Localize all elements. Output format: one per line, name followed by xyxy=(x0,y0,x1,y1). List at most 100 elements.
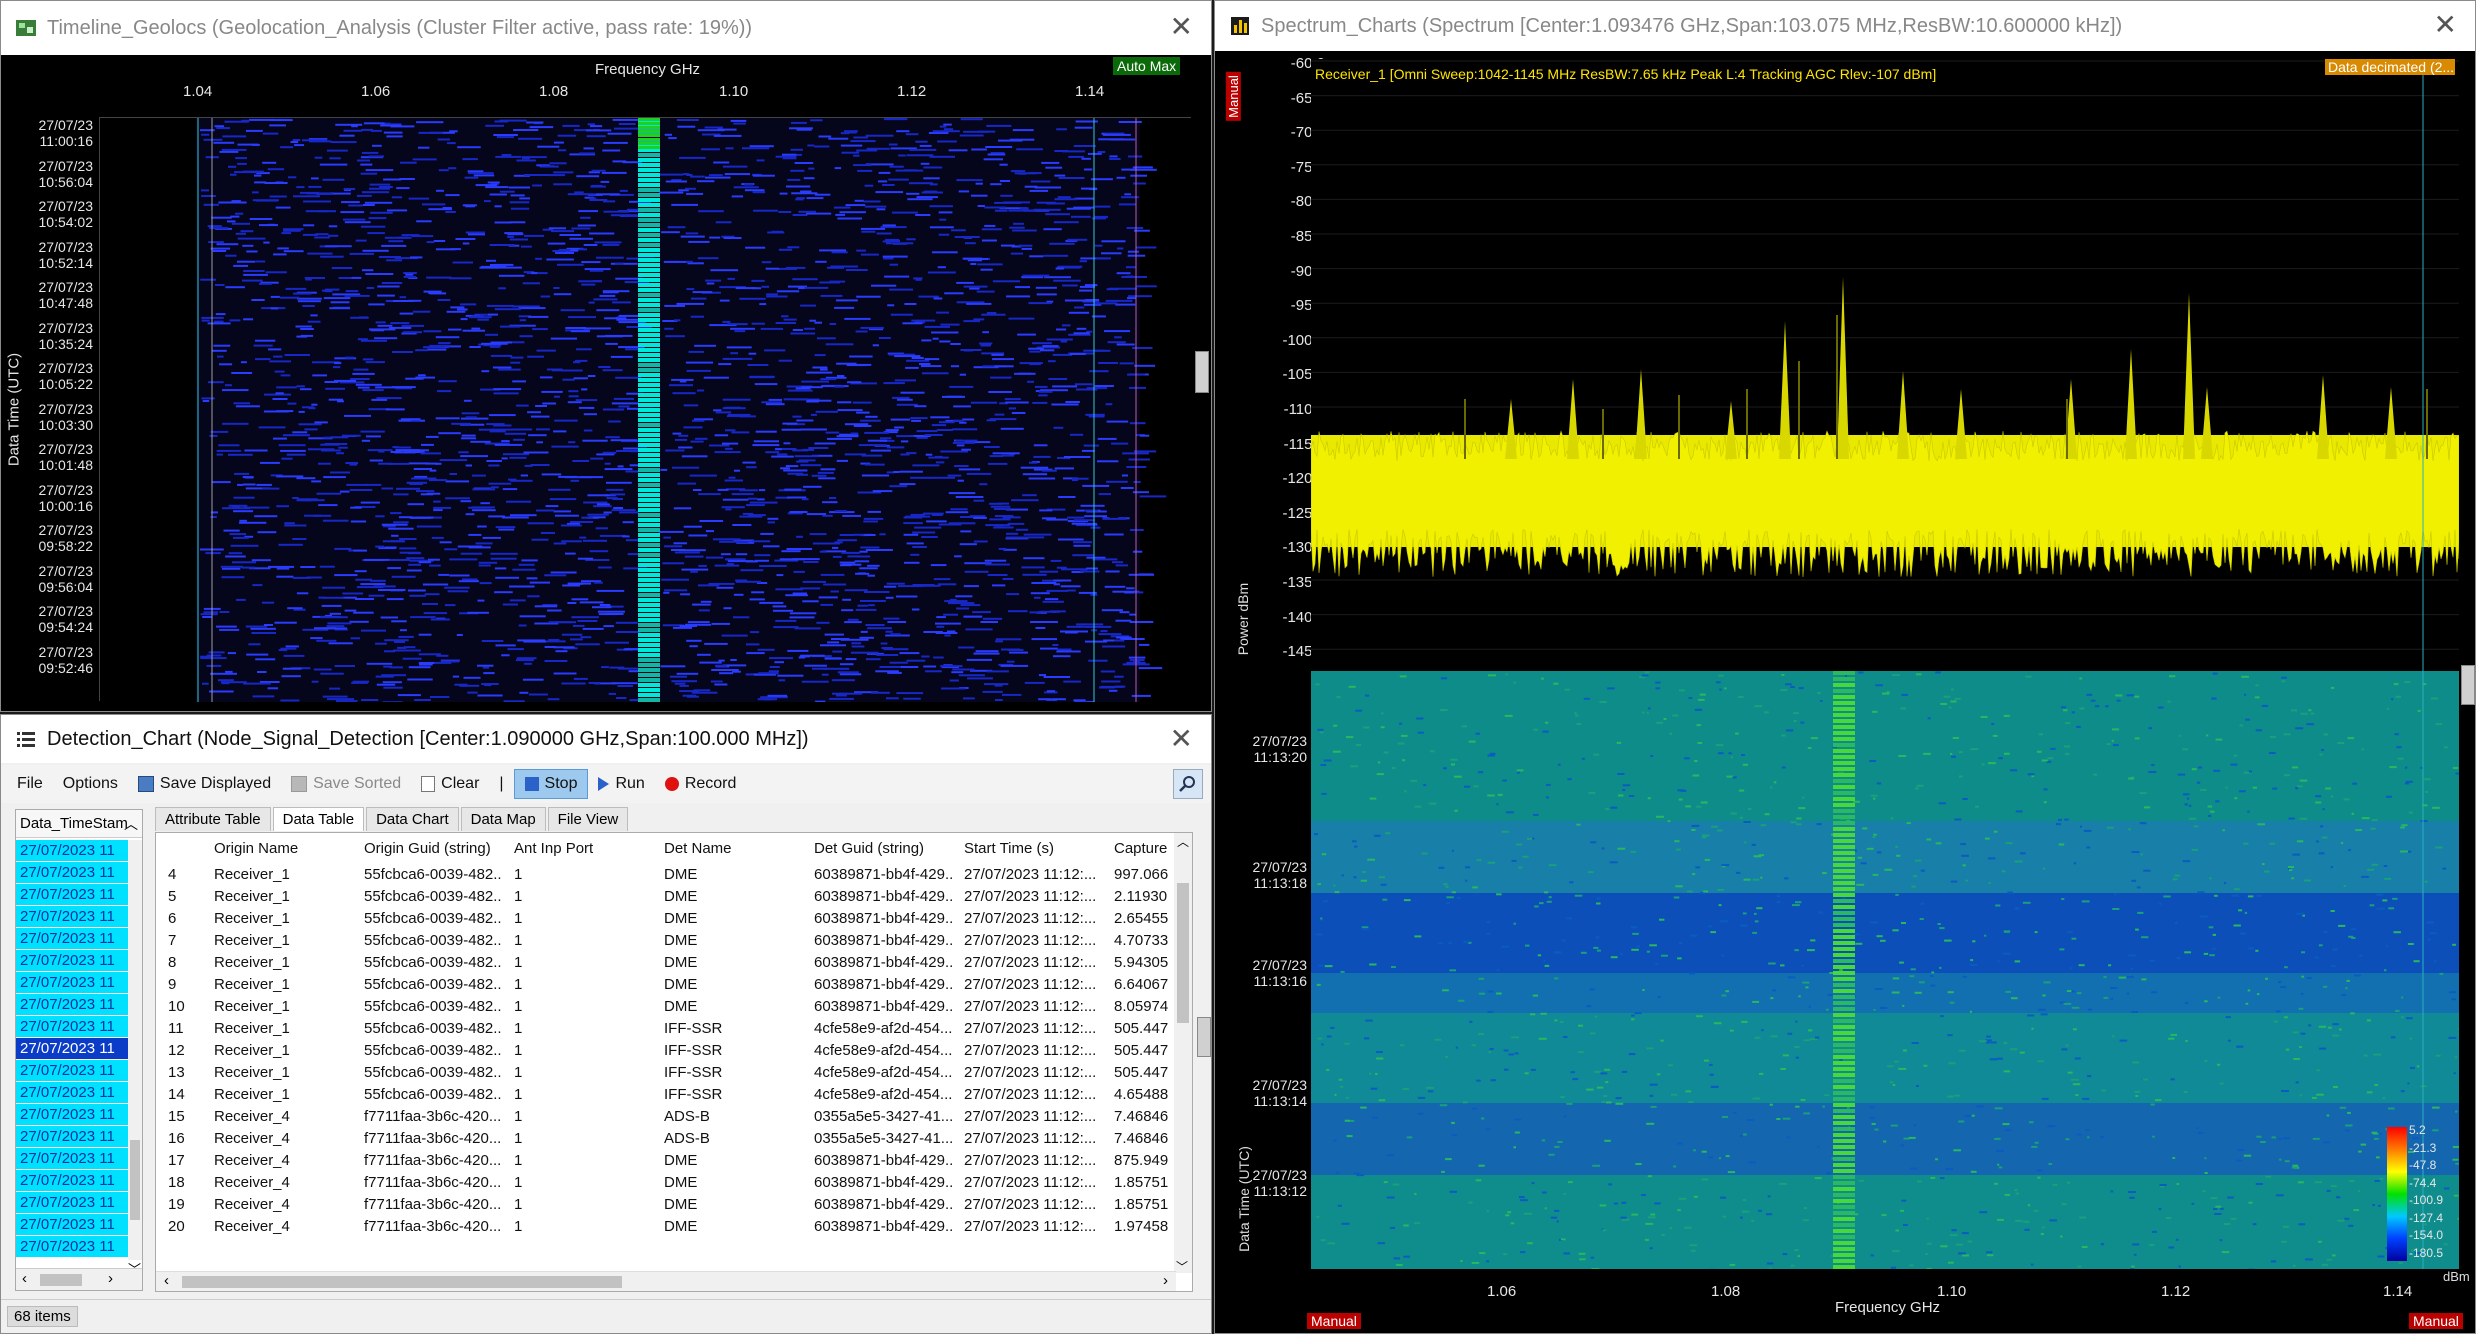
tab-attribute-table[interactable]: Attribute Table xyxy=(155,807,271,831)
table-vscroll[interactable]: ︿ ﹀ xyxy=(1174,833,1192,1275)
timestamp-list-item[interactable]: 27/07/2023 11 xyxy=(16,862,128,884)
detection-mark xyxy=(887,304,895,307)
timestamp-list-item[interactable]: 27/07/2023 11 xyxy=(16,1038,128,1060)
timeline-plot[interactable] xyxy=(99,117,1192,702)
table-hscroll[interactable]: ‹ › xyxy=(156,1271,1176,1291)
spectrum-plot[interactable]: Receiver_1 [Omni Sweep:1042-1145 MHz Res… xyxy=(1311,59,2459,671)
timestamp-list-header[interactable]: Data_TimeStam ︿ xyxy=(16,810,142,838)
file-menu[interactable]: File xyxy=(1,769,53,799)
timestamp-list-item[interactable]: 27/07/2023 11 xyxy=(16,1016,128,1038)
chevron-right-icon[interactable]: › xyxy=(1163,1272,1168,1289)
table-row[interactable]: 15 Receiver_4 f7711faa-3b6c-420... 1 ADS-B 03… xyxy=(156,1105,1176,1127)
table-row[interactable]: 17 Receiver_4 f7711faa-3b6c-420... 1 DME 6038… xyxy=(156,1149,1176,1171)
table-hscroll-thumb[interactable] xyxy=(182,1276,622,1288)
detection-mark xyxy=(1109,158,1121,160)
list-hscroll-thumb[interactable] xyxy=(40,1274,82,1286)
stop-button[interactable]: Stop xyxy=(513,769,589,799)
tab-data-table[interactable]: Data Table xyxy=(272,807,365,831)
table-row[interactable]: 9 Receiver_1 55fcbca6-0039-482... 1 DME 60389… xyxy=(156,973,1176,995)
scroll-handle[interactable] xyxy=(1195,351,1209,393)
run-button[interactable]: Run xyxy=(588,769,654,799)
table-row[interactable]: 6 Receiver_1 55fcbca6-0039-482... 1 DME 60389… xyxy=(156,907,1176,929)
timestamp-list[interactable]: Data_TimeStam ︿ 27/07/2023 11 27/07/2023 … xyxy=(15,809,143,1291)
timestamp-list-item[interactable]: 27/07/2023 11 xyxy=(16,884,128,906)
save-sorted-button[interactable]: Save Sorted xyxy=(281,769,411,799)
chevron-up-icon[interactable]: ︿ xyxy=(124,810,138,838)
table-row[interactable]: 11 Receiver_1 55fcbca6-0039-482... 1 IFF-SSR… xyxy=(156,1017,1176,1039)
table-row[interactable]: 8 Receiver_1 55fcbca6-0039-482... 1 DME 60389… xyxy=(156,951,1176,973)
table-row[interactable]: 10 Receiver_1 55fcbca6-0039-482... 1 DME 6038… xyxy=(156,995,1176,1017)
timestamp-list-item[interactable]: 27/07/2023 11 xyxy=(16,840,128,862)
timestamp-list-item[interactable]: 27/07/2023 11 xyxy=(16,1082,128,1104)
manual-right-badge[interactable]: Manual xyxy=(2409,1313,2463,1329)
chevron-left-icon[interactable]: ‹ xyxy=(22,1270,27,1287)
tab-file-view[interactable]: File View xyxy=(547,807,629,831)
detection-mark xyxy=(1109,155,1118,158)
timestamp-list-item[interactable]: 27/07/2023 11 xyxy=(16,1060,128,1082)
spectrum-waterfall[interactable] xyxy=(1311,671,2459,1269)
detection-titlebar[interactable]: Detection_Chart (Node_Signal_Detection [… xyxy=(1,715,1211,763)
close-icon[interactable]: ✕ xyxy=(1170,725,1193,753)
detection-mark xyxy=(982,690,1003,693)
column-header[interactable]: Det Name xyxy=(652,833,802,863)
timestamp-list-item[interactable]: 27/07/2023 11 xyxy=(16,1192,128,1214)
detection-mark xyxy=(589,269,604,272)
close-icon[interactable]: ✕ xyxy=(1170,13,1193,41)
list-vscroll-thumb[interactable] xyxy=(130,1140,140,1220)
column-header[interactable]: Ant Inp Port xyxy=(502,833,652,863)
tab-data-chart[interactable]: Data Chart xyxy=(366,807,459,831)
waterfall-pixel xyxy=(1548,896,1552,899)
tab-data-map[interactable]: Data Map xyxy=(460,807,546,831)
column-header[interactable]: Capture xyxy=(1102,833,1176,863)
options-menu[interactable]: Options xyxy=(53,769,128,799)
chevron-down-icon[interactable]: ﹀ xyxy=(1176,1258,1188,1275)
column-header[interactable]: Start Time (s) xyxy=(952,833,1102,863)
chevron-up-icon[interactable]: ︿ xyxy=(1174,833,1192,850)
column-header[interactable]: Origin Name xyxy=(202,833,352,863)
timestamp-list-item[interactable]: 27/07/2023 11 xyxy=(16,1236,128,1258)
record-button[interactable]: Record xyxy=(655,769,747,799)
chevron-right-icon[interactable]: › xyxy=(108,1270,113,1287)
timestamp-list-item[interactable]: 27/07/2023 11 xyxy=(16,950,128,972)
detection-mark xyxy=(1078,289,1093,292)
chevron-left-icon[interactable]: ‹ xyxy=(164,1272,169,1289)
table-row[interactable]: 12 Receiver_1 55fcbca6-0039-482... 1 IFF-SSR… xyxy=(156,1039,1176,1061)
timestamp-list-item[interactable]: 27/07/2023 11 xyxy=(16,1170,128,1192)
timestamp-list-item[interactable]: 27/07/2023 11 xyxy=(16,1104,128,1126)
table-vscroll-thumb[interactable] xyxy=(1177,883,1189,1023)
spectrum-titlebar[interactable]: Spectrum_Charts (Spectrum [Center:1.0934… xyxy=(1215,1,2475,51)
timestamp-list-item[interactable]: 27/07/2023 11 xyxy=(16,1214,128,1236)
table-row[interactable]: 13 Receiver_1 55fcbca6-0039-482... 1 IFF-SSR… xyxy=(156,1061,1176,1083)
detection-mark xyxy=(490,557,517,560)
close-icon[interactable]: ✕ xyxy=(2434,11,2457,39)
table-row[interactable]: 16 Receiver_4 f7711faa-3b6c-420... 1 ADS-B 03… xyxy=(156,1127,1176,1149)
auto-max-badge[interactable]: Auto Max xyxy=(1113,57,1181,75)
timestamp-list-item[interactable]: 27/07/2023 11 xyxy=(16,972,128,994)
timeline-titlebar[interactable]: Timeline_Geolocs (Geolocation_Analysis (… xyxy=(1,1,1211,55)
table-row[interactable]: 20 Receiver_4 f7711faa-3b6c-420... 1 DME 6038… xyxy=(156,1215,1176,1237)
splitter-handle[interactable] xyxy=(2461,665,2475,705)
column-header[interactable]: Det Guid (string) xyxy=(802,833,952,863)
timestamp-list-item[interactable]: 27/07/2023 11 xyxy=(16,1126,128,1148)
timestamp-list-item[interactable]: 27/07/2023 11 xyxy=(16,906,128,928)
waterfall-pixel xyxy=(2220,1207,2224,1210)
timestamp-list-item[interactable]: 27/07/2023 11 xyxy=(16,928,128,950)
detection-mark xyxy=(406,569,422,572)
table-row[interactable]: 4 Receiver_1 55fcbca6-0039-482... 1 DME 60389… xyxy=(156,863,1176,885)
table-row[interactable]: 14 Receiver_1 55fcbca6-0039-482... 1 IFF-SSR… xyxy=(156,1083,1176,1105)
list-hscroll[interactable]: ‹ › xyxy=(16,1268,142,1290)
table-row[interactable]: 18 Receiver_4 f7711faa-3b6c-420... 1 DME 6038… xyxy=(156,1171,1176,1193)
splitter-handle[interactable] xyxy=(1197,1017,1211,1057)
clear-button[interactable]: Clear xyxy=(411,769,489,799)
table-row[interactable]: 7 Receiver_1 55fcbca6-0039-482... 1 DME 60389… xyxy=(156,929,1176,951)
detection-mark xyxy=(978,130,996,133)
search-icon[interactable] xyxy=(1173,769,1203,799)
column-header[interactable]: Origin Guid (string) xyxy=(352,833,502,863)
save-displayed-button[interactable]: Save Displayed xyxy=(128,769,281,799)
table-row[interactable]: 5 Receiver_1 55fcbca6-0039-482... 1 DME 60389… xyxy=(156,885,1176,907)
timestamp-list-item[interactable]: 27/07/2023 11 xyxy=(16,1148,128,1170)
table-row[interactable]: 19 Receiver_4 f7711faa-3b6c-420... 1 DME 6038… xyxy=(156,1193,1176,1215)
timestamp-list-item[interactable]: 27/07/2023 11 xyxy=(16,994,128,1016)
list-vscroll[interactable]: ﹀ xyxy=(128,840,142,1277)
manual-left-badge[interactable]: Manual xyxy=(1307,1313,1361,1329)
